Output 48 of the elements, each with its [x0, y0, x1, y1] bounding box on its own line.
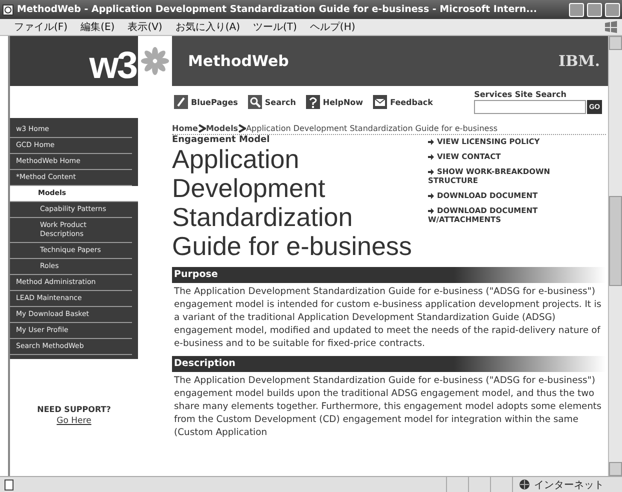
scrollbar[interactable]: [608, 36, 622, 476]
menu-item[interactable]: 編集(E): [80, 20, 115, 34]
brand-logo: IBM.: [558, 52, 600, 70]
logo-text: w3: [89, 46, 136, 86]
menu-item[interactable]: ツール(T): [253, 20, 297, 34]
section-heading: Description: [172, 356, 606, 372]
minimize-button[interactable]: [569, 2, 584, 16]
section-text: The Application Development Standardization Guide for e-business ("ADSG for e-business") engagement model builds upon the traditional ADSG engagement model, and thus the two share many elements together. Furthermore, this engagement model adopts some elements from the Custom Development (CD) engagement model for integration within the same (Custom Application: [174, 374, 602, 439]
menu-item[interactable]: お気に入り(A): [175, 20, 240, 34]
support-link[interactable]: Go Here: [56, 416, 92, 426]
zone-label: インターネット: [534, 478, 604, 492]
page-subtitle: Engagement Model: [172, 135, 271, 145]
windows-logo-icon: [604, 20, 618, 34]
chevron-icon: [238, 124, 246, 133]
close-button[interactable]: [605, 2, 620, 16]
arrow-icon: [428, 154, 434, 160]
breadcrumb-link[interactable]: Application Development Standardization Guide for e-business: [246, 124, 498, 133]
question-mark-icon: [306, 95, 320, 109]
scroll-up-button[interactable]: [609, 36, 622, 50]
toolbar-link[interactable]: Search: [248, 95, 296, 109]
menu-item[interactable]: ヘルプ(H): [310, 20, 356, 34]
asterisk-logo-icon: [140, 46, 170, 76]
search-label: Services Site Search: [474, 90, 568, 99]
scroll-down-button[interactable]: [609, 462, 622, 476]
search-icon: [248, 95, 262, 109]
arrow-icon: [428, 208, 434, 214]
support-label: NEED SUPPORT?: [37, 405, 111, 414]
page-title: Application Development Standardization Guide for e-business: [172, 145, 413, 261]
site-name: MethodWeb: [188, 52, 289, 70]
arrow-icon: [428, 138, 434, 145]
menu-item[interactable]: ファイル(F): [14, 20, 68, 34]
section-heading: Purpose: [172, 267, 606, 283]
maximize-button[interactable]: [587, 2, 602, 16]
toolbar-link[interactable]: Feedback: [373, 95, 433, 109]
window-title: MethodWeb - Application Development Standardization Guide for e-business - Microsoft Intern...: [17, 4, 538, 15]
envelope-icon: [373, 95, 388, 109]
section-text: The Application Development Standardization Guide for e-business ("ADSG for e-business") engagement model is intended for custom e-business application development projects. It is a variant of the traditional Application Development Standardization Guide (ADSG) engagement model, modified and updated to meet the needs of the rapid-delivery nature of e-business and to be suitable for fixed-price contracts.: [174, 285, 602, 350]
scroll-thumb[interactable]: [609, 196, 622, 286]
toolbar-link[interactable]: BluePages: [174, 95, 238, 109]
breadcrumb-link[interactable]: Models: [206, 124, 238, 133]
breadcrumb-link[interactable]: Home: [172, 124, 198, 133]
chevron-icon: [198, 124, 206, 133]
arrow-icon: [428, 168, 434, 175]
search-field[interactable]: [474, 100, 586, 114]
arrow-icon: [428, 192, 434, 199]
pen-icon: [174, 95, 188, 109]
toolbar-link[interactable]: HelpNow: [306, 95, 364, 109]
menu-item[interactable]: 表示(V): [128, 20, 162, 34]
